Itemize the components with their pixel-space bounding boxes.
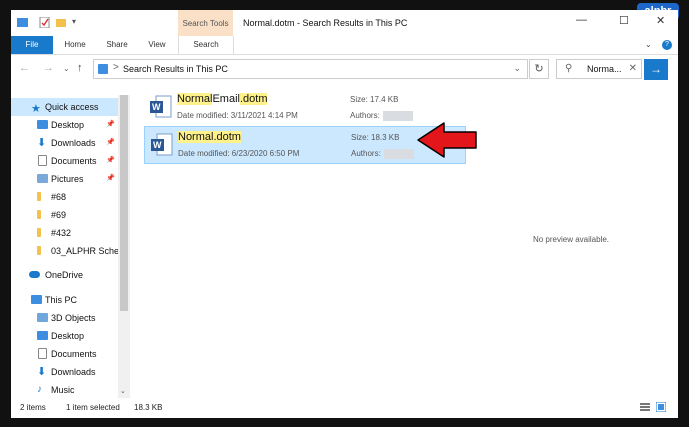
download-arrow-icon: ⬇ [37,137,47,149]
pin-icon[interactable]: 📌 [106,170,115,188]
address-row: ← → ⌄ ↑ > Search Results in This PC ⌄ ↻ … [11,55,678,83]
sidebar-item-quick-access[interactable]: ★ Quick access [11,98,118,116]
item-count: 2 items [20,403,46,412]
document-icon [38,348,47,359]
breadcrumb[interactable]: Search Results in This PC [123,64,228,74]
sidebar-item-pc-downloads[interactable]: ⬇ Downloads [11,363,118,381]
folder-icon [37,192,41,201]
search-icon: ⚲ [565,63,573,74]
search-go-button[interactable]: → [644,59,668,80]
up-button[interactable]: ↑ [77,62,83,74]
sidebar-item-pictures[interactable]: Pictures 📌 [11,170,118,188]
sidebar-item-folder-432[interactable]: #432 [11,224,118,242]
details-view-icon[interactable] [640,402,650,412]
red-arrow-annotation-icon [417,122,477,158]
tab-share[interactable]: Share [99,36,135,54]
status-bar: 2 items 1 item selected 18.3 KB [11,398,678,418]
navigation-scrollbar[interactable]: ⌄ [118,95,130,398]
sidebar-item-pc-documents[interactable]: Documents [11,345,118,363]
navigation-pane: ★ Quick access Desktop 📌 ⬇ Downloads 📌 D… [11,95,131,398]
download-arrow-icon: ⬇ [37,366,47,378]
breadcrumb-separator[interactable]: > [113,62,119,73]
recent-locations-button[interactable]: ⌄ [63,64,70,73]
sidebar-item-onedrive[interactable]: OneDrive [11,266,118,284]
help-icon[interactable]: ? [662,40,672,50]
title-bar: ▾ Search Tools Normal.dotm - Search Resu… [11,10,678,36]
pin-icon[interactable]: 📌 [106,134,115,152]
date-modified: Date modified: 3/11/2021 4:14 PM [177,111,298,120]
chevron-down-icon[interactable]: ⌄ [513,63,521,74]
svg-text:W: W [153,140,162,150]
tab-search[interactable]: Search [178,36,234,54]
sidebar-item-folder-69[interactable]: #69 [11,206,118,224]
back-button[interactable]: ← [19,62,30,74]
new-folder-icon[interactable] [56,17,67,28]
cloud-icon [29,271,40,278]
sidebar-item-3d-objects[interactable]: 3D Objects [11,309,118,327]
search-tools-group: Search Tools [178,10,233,36]
folder-icon[interactable] [17,17,28,28]
clear-search-icon[interactable]: ✕ [629,63,637,74]
sidebar-item-this-pc[interactable]: This PC [11,291,118,309]
computer-icon [31,295,42,304]
desktop-icon [37,120,48,129]
selection-size: 18.3 KB [134,403,163,412]
scroll-down-arrow-icon[interactable]: ⌄ [120,387,126,395]
document-icon [38,155,47,166]
sidebar-item-pc-desktop[interactable]: Desktop [11,327,118,345]
pin-icon[interactable]: 📌 [106,152,115,170]
redacted-author [382,111,413,121]
sidebar-item-alphr-folder[interactable]: 03_ALPHR Scher [11,242,118,260]
star-icon: ★ [31,103,41,115]
properties-icon[interactable] [39,17,50,28]
date-modified: Date modified: 6/23/2020 6:50 PM [178,149,300,158]
sidebar-item-downloads[interactable]: ⬇ Downloads 📌 [11,134,118,152]
file-name[interactable]: Normal.dotm [178,131,241,143]
window-title: Normal.dotm - Search Results in This PC [243,18,408,28]
file-size: Size: 18.3 KB [351,133,400,142]
folder-icon [37,246,41,255]
file-size: Size: 17.4 KB [350,95,399,104]
sidebar-item-documents[interactable]: Documents 📌 [11,152,118,170]
file-name[interactable]: NormalEmail.dotm [177,93,268,105]
desktop-icon [37,331,48,340]
tab-file[interactable]: File [11,36,53,54]
minimize-button[interactable]: — [576,14,587,26]
folder-icon [37,210,41,219]
tab-home[interactable]: Home [57,36,93,54]
sidebar-item-music[interactable]: ♪ Music [11,381,118,398]
authors: Authors: [350,111,413,121]
sidebar-item-desktop[interactable]: Desktop 📌 [11,116,118,134]
redacted-author [383,149,414,159]
search-results-icon [98,64,108,74]
search-input[interactable]: ⚲ Norma... ✕ [556,59,642,79]
maximize-button[interactable]: ☐ [619,14,629,27]
ribbon-tabs: File Home Share View Search [11,36,678,55]
search-query[interactable]: Norma... [587,64,622,74]
word-document-icon: W [151,133,173,156]
cube-icon [37,313,48,322]
music-note-icon: ♪ [37,384,42,395]
selection-count: 1 item selected [66,403,120,412]
svg-text:W: W [152,102,161,112]
folder-icon [37,228,41,237]
address-bar[interactable]: > Search Results in This PC ⌄ [93,59,528,79]
preview-pane-message: No preview available. [532,235,610,244]
sidebar-item-folder-68[interactable]: #68 [11,188,118,206]
pin-icon[interactable]: 📌 [106,116,115,134]
explorer-window: ▾ Search Tools Normal.dotm - Search Resu… [11,10,678,418]
collapse-ribbon-icon[interactable]: ⌄ [645,40,652,49]
authors: Authors: [351,149,414,159]
picture-icon [37,174,48,183]
word-document-icon: W [150,95,172,118]
customize-qat-icon[interactable]: ▾ [72,17,83,28]
large-icons-view-icon[interactable] [656,402,666,412]
refresh-button[interactable]: ↻ [529,59,549,79]
forward-button[interactable]: → [43,62,54,74]
scrollbar-thumb[interactable] [120,95,128,311]
tab-view[interactable]: View [141,36,173,54]
close-button[interactable]: ✕ [656,14,665,27]
